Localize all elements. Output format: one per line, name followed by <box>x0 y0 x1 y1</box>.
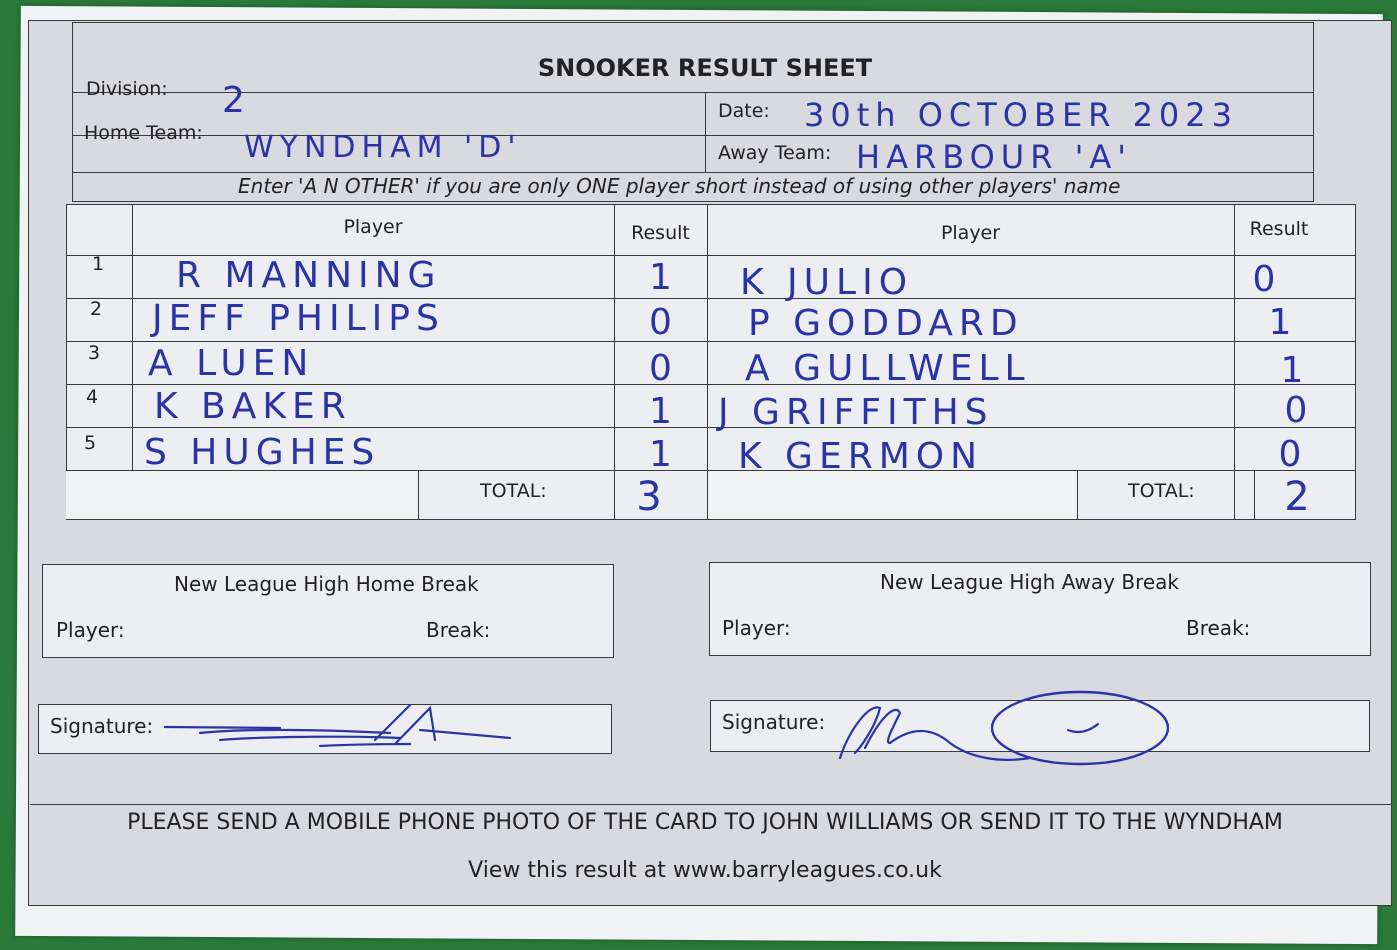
away-player-name: K GERMON <box>738 436 984 477</box>
row-number: 1 <box>92 253 105 275</box>
result-sheet: SNOOKER RESULT SHEET Division: 2 Date: 3… <box>0 0 1397 950</box>
home-signature-image <box>163 703 512 748</box>
home-break-player-label: Player: <box>56 618 125 642</box>
row-number: 3 <box>88 342 101 364</box>
away-player-header: Player <box>940 222 1001 244</box>
away-player-name: K JULIO <box>740 262 914 303</box>
away-result: 1 <box>1280 350 1304 391</box>
home-result: 0 <box>649 348 672 389</box>
away-player-name: J GRIFFITHS <box>718 392 994 433</box>
away-break-break-label: Break: <box>1186 616 1251 640</box>
away-result: 1 <box>1268 302 1292 343</box>
home-player-name: A LUEN <box>148 343 315 384</box>
away-result: 0 <box>1278 434 1302 475</box>
date-label: Date: <box>718 100 770 122</box>
away-team-label: Away Team: <box>718 142 832 164</box>
table-blank-left <box>66 471 417 519</box>
home-result: 1 <box>649 434 672 475</box>
away-break-player-label: Player: <box>722 616 791 640</box>
footer-website: View this result at www.barryleagues.co.… <box>468 858 942 883</box>
division-value: 2 <box>222 80 251 121</box>
home-signature-label: Signature: <box>50 714 154 738</box>
home-player-name: JEFF PHILIPS <box>152 298 445 339</box>
away-team-value: HARBOUR 'A' <box>856 138 1133 176</box>
date-value: 30th OCTOBER 2023 <box>804 96 1238 134</box>
row-number: 5 <box>84 432 97 454</box>
division-label: Division: <box>86 78 168 100</box>
footer-instruction: PLEASE SEND A MOBILE PHONE PHOTO OF THE … <box>127 810 1283 835</box>
home-total-value: 3 <box>636 474 662 520</box>
home-result-header: Result <box>631 222 690 244</box>
away-break-title: New League High Away Break <box>880 570 1180 594</box>
away-player-name: A GULLWELL <box>745 348 1031 389</box>
home-total-label: TOTAL: <box>480 480 547 502</box>
away-signature-label: Signature: <box>722 710 826 734</box>
away-result-header: Result <box>1249 218 1309 240</box>
away-signature-image <box>838 690 1170 766</box>
away-total-label: TOTAL: <box>1128 480 1195 502</box>
home-player-name: R MANNING <box>176 255 442 296</box>
page-title: SNOOKER RESULT SHEET <box>537 54 873 82</box>
home-player-header: Player <box>343 216 403 238</box>
row-number: 2 <box>90 298 103 320</box>
table-blank-right <box>709 471 1076 519</box>
home-result: 1 <box>649 257 672 298</box>
home-result: 1 <box>649 391 672 432</box>
away-player-name: P GODDARD <box>748 303 1024 344</box>
home-player-name: K BAKER <box>154 386 352 427</box>
home-break-title: New League High Home Break <box>174 572 479 596</box>
home-team-label: Home Team: <box>84 122 203 144</box>
home-break-break-label: Break: <box>426 618 491 642</box>
away-result: 0 <box>1284 390 1308 431</box>
instruction-text: Enter 'A N OTHER' if you are only ONE pl… <box>238 174 1121 198</box>
away-total-value: 2 <box>1284 474 1310 520</box>
home-team-value: WYNDHAM 'D' <box>244 130 522 165</box>
row-number: 4 <box>86 386 99 408</box>
away-result: 0 <box>1252 259 1276 300</box>
home-result: 0 <box>649 302 672 343</box>
home-player-name: S HUGHES <box>144 432 381 473</box>
